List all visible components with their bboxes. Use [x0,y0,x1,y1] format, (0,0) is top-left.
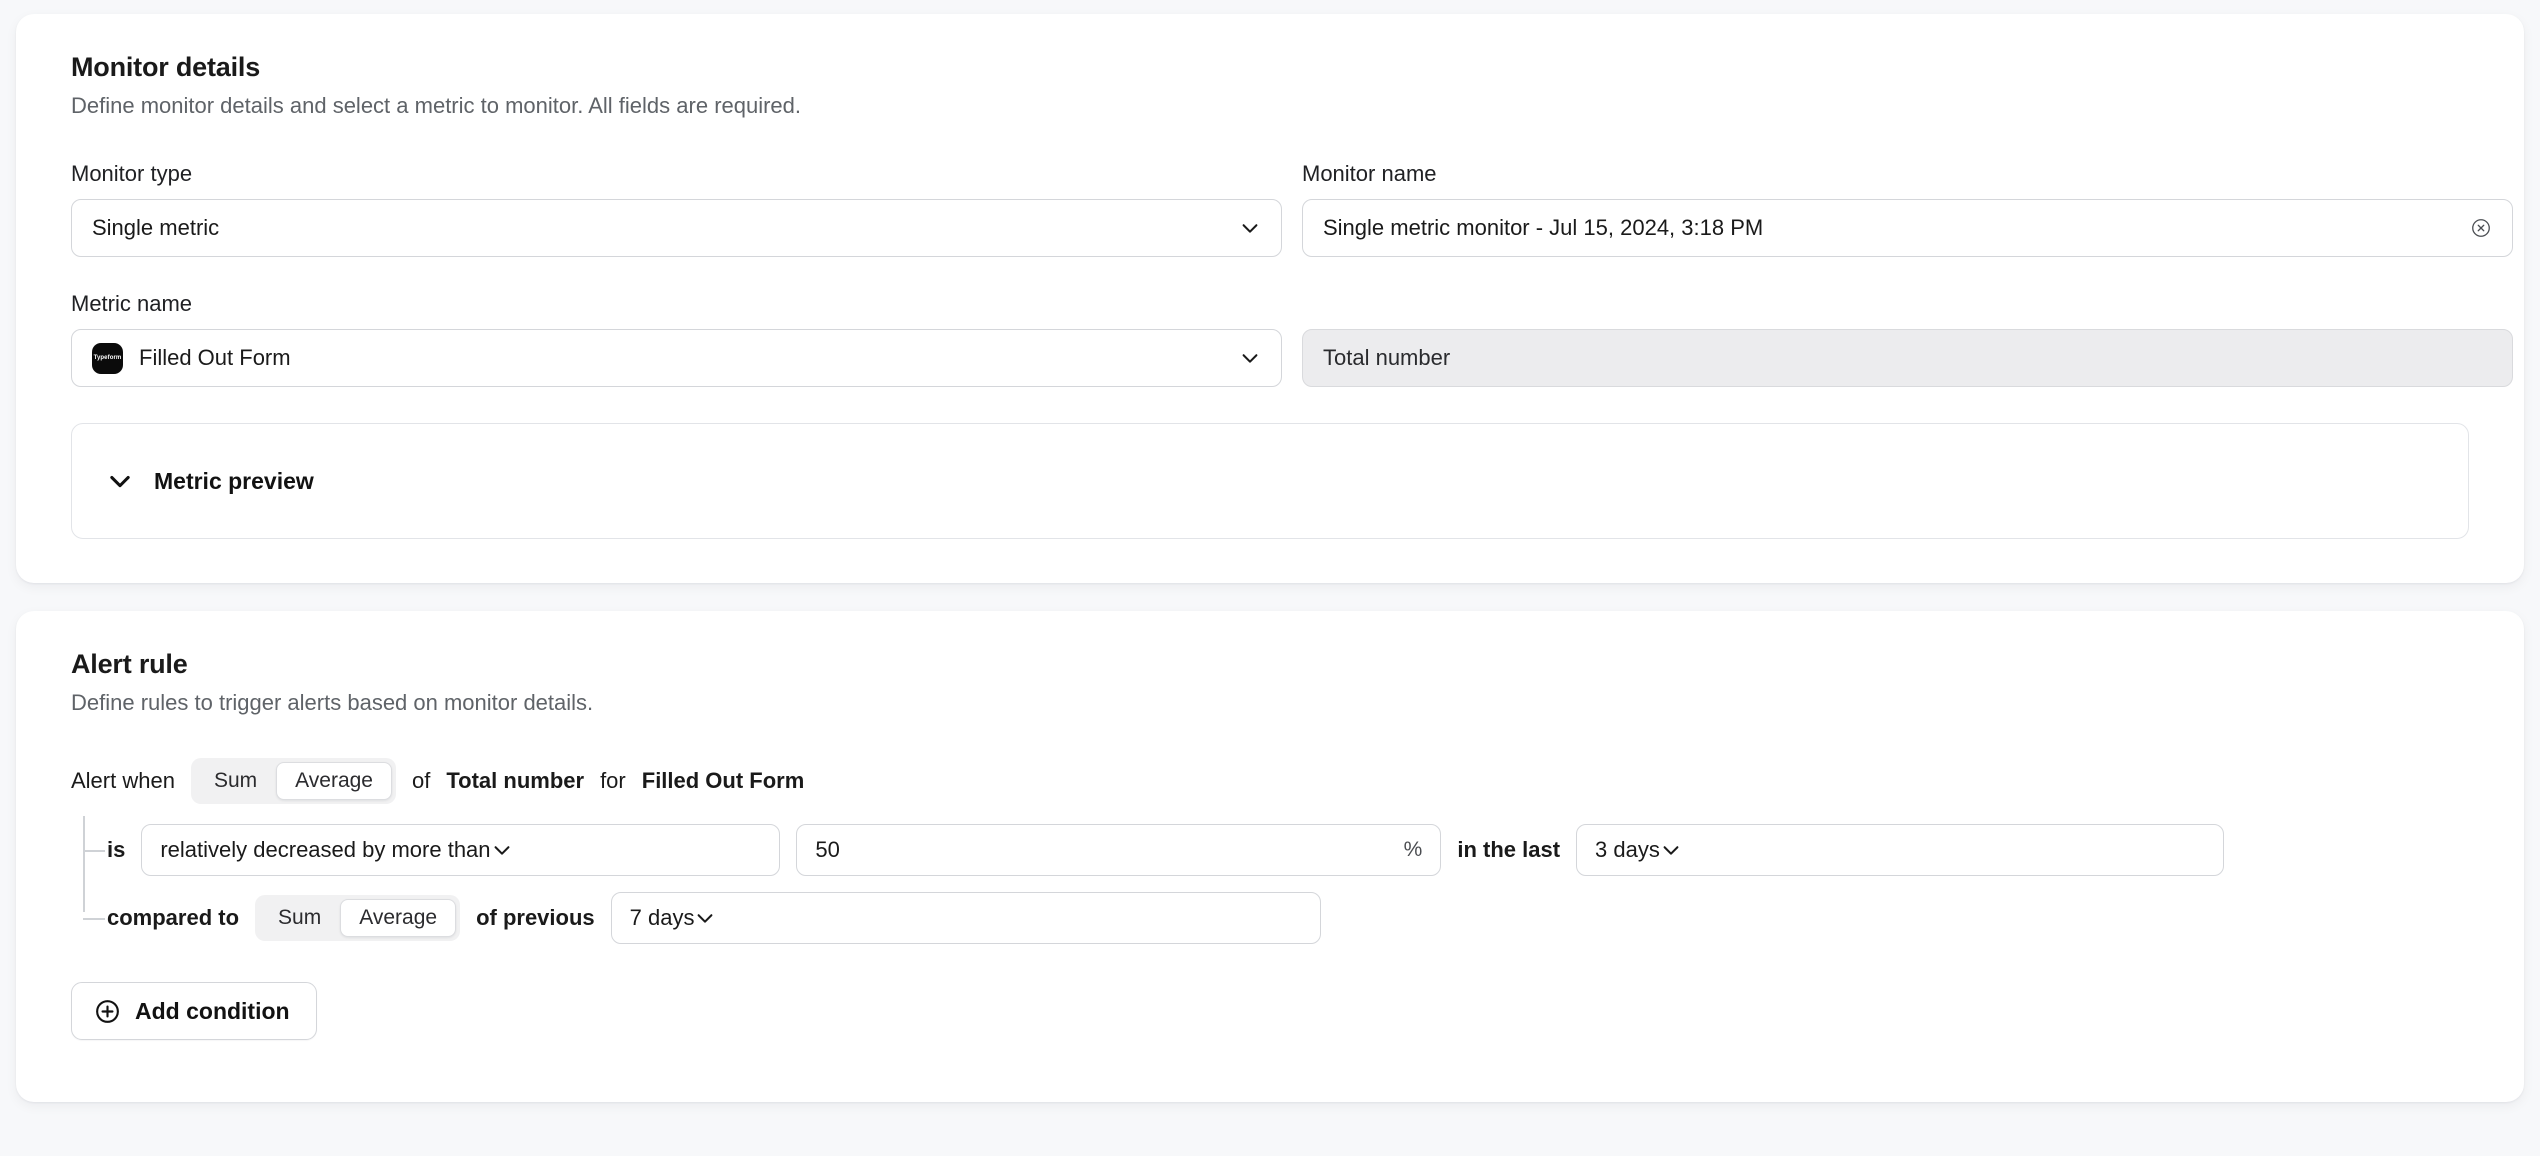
add-condition-label: Add condition [135,997,290,1024]
metric-name-label: Metric name [71,291,193,316]
metric-name-field: Metric name Typeform Filled Out Form [71,291,1282,387]
metric-aggregation-field: Total number [1302,291,2513,387]
monitor-type-value: Single metric [92,215,220,240]
metric-aggregation-display: Total number [1302,329,2513,387]
root-aggregation-option-sum[interactable]: Sum [195,762,276,800]
root-aggregation-option-average[interactable]: Average [276,762,392,800]
alert-when-label: Alert when [71,768,175,793]
metric-preview-label: Metric preview [154,467,314,494]
metric-preview-accordion[interactable]: Metric preview [71,423,2469,539]
root-for-label: for [600,768,626,793]
condition-threshold-value: 50 [815,837,840,862]
condition-window-value: 3 days [1595,837,1660,862]
chevron-down-icon [1239,217,1261,239]
chevron-down-icon [694,907,716,929]
typeform-logo-icon: Typeform [92,342,123,374]
condition-threshold-input[interactable]: 50 % [796,824,1442,876]
condition-window-label: in the last [1457,837,1561,862]
alert-rule-description: Define rules to trigger alerts based on … [71,690,594,715]
root-metric-measure: Total number [446,768,585,793]
monitor-type-select[interactable]: Single metric [71,199,1282,257]
percent-suffix: % [1403,838,1423,861]
plus-circle-icon [96,999,119,1023]
condition-row-compared-to: compared to Sum Average of previous 7 da… [83,884,2469,952]
condition-is-label: is [107,837,126,862]
monitor-type-field: Monitor type Single metric [71,161,1282,257]
compared-aggregation-option-sum[interactable]: Sum [259,899,340,937]
clear-circle-icon[interactable] [2470,217,2492,239]
monitor-details-title: Monitor details [71,52,261,82]
condition-window-select[interactable]: 3 days [1576,824,2225,876]
compared-to-label: compared to [107,905,240,930]
condition-operator-select[interactable]: relatively decreased by more than [141,824,781,876]
compared-aggregation-option-average[interactable]: Average [340,899,457,937]
metric-aggregation-spacer [1302,291,2513,317]
condition-operator-value: relatively decreased by more than [160,837,491,862]
root-of-label: of [411,768,431,793]
metric-aggregation-value: Total number [1323,345,1451,370]
monitor-name-label: Monitor name [1302,161,1437,186]
of-previous-label: of previous [476,905,595,930]
alert-rule-card: Alert rule Define rules to trigger alert… [16,611,2524,1102]
alert-conditions-tree: is relatively decreased by more than 50 … [71,816,2469,952]
chevron-down-icon [491,839,513,861]
chevron-down-icon [110,475,130,488]
previous-window-value: 7 days [629,905,695,930]
condition-row-is: is relatively decreased by more than 50 … [83,816,2469,884]
metric-name-value: Filled Out Form [139,345,291,370]
alert-rule-root-row: Alert when Sum Average of Total number f… [71,758,2469,804]
previous-window-select[interactable]: 7 days [610,892,1321,944]
monitor-type-name-row: Monitor type Single metric Monitor name … [71,161,2513,257]
root-aggregation-toggle[interactable]: Sum Average [190,758,396,804]
monitor-details-card: Monitor details Define monitor details a… [16,14,2524,583]
metric-row: Metric name Typeform Filled Out Form Tot… [71,291,2513,387]
chevron-down-icon [1660,839,1682,861]
monitor-name-field: Monitor name Single metric monitor - Jul… [1302,161,2513,257]
metric-name-select[interactable]: Typeform Filled Out Form [71,329,1282,387]
monitor-name-value: Single metric monitor - Jul 15, 2024, 3:… [1323,215,1764,240]
chevron-down-icon [1239,347,1261,369]
monitor-setup-page: Monitor details Define monitor details a… [0,0,2540,1156]
monitor-name-input[interactable]: Single metric monitor - Jul 15, 2024, 3:… [1302,199,2513,257]
compared-aggregation-toggle[interactable]: Sum Average [255,895,461,941]
monitor-details-description: Define monitor details and select a metr… [71,93,802,118]
monitor-type-label: Monitor type [71,161,193,186]
root-metric-source: Filled Out Form [641,768,805,793]
alert-rule-title: Alert rule [71,649,188,679]
add-condition-button[interactable]: Add condition [71,982,317,1040]
